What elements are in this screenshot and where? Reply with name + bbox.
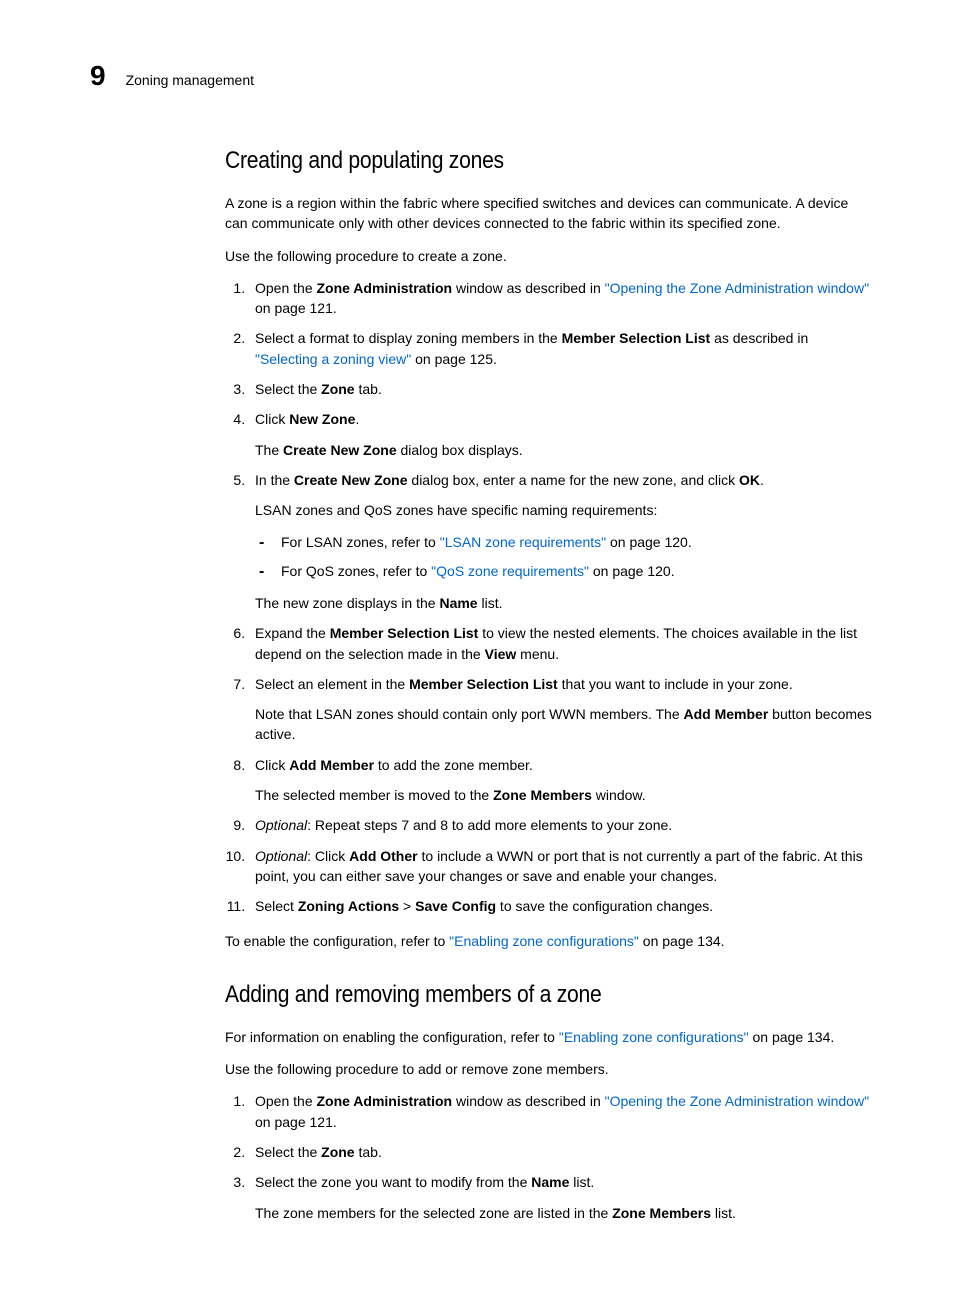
info-paragraph: For information on enabling the configur…: [225, 1027, 874, 1047]
link-enabling-zone-config-2[interactable]: "Enabling zone configurations": [559, 1029, 749, 1045]
step-1: Open the Zone Administration window as d…: [249, 278, 874, 319]
header-title: Zoning management: [126, 72, 254, 88]
step-5-note: LSAN zones and QoS zones have specific n…: [255, 500, 874, 520]
step-3: Select the Zone tab.: [249, 379, 874, 399]
procedure-lead-2: Use the following procedure to add or re…: [225, 1059, 874, 1079]
enable-note: To enable the configuration, refer to "E…: [225, 931, 874, 951]
intro-paragraph: A zone is a region within the fabric whe…: [225, 193, 874, 234]
step-7: Select an element in the Member Selectio…: [249, 674, 874, 745]
section-heading-creating: Creating and populating zones: [225, 147, 874, 175]
link-open-zone-admin[interactable]: "Opening the Zone Administration window": [605, 280, 869, 296]
procedure-lead: Use the following procedure to create a …: [225, 246, 874, 266]
qos-note: For QoS zones, refer to "QoS zone requir…: [275, 560, 874, 583]
step-8: Click Add Member to add the zone member.…: [249, 755, 874, 806]
step-4: Click New Zone. The Create New Zone dial…: [249, 409, 874, 460]
lsan-note: For LSAN zones, refer to "LSAN zone requ…: [275, 531, 874, 554]
section-heading-adding: Adding and removing members of a zone: [225, 981, 874, 1009]
procedure-list: Open the Zone Administration window as d…: [225, 278, 874, 917]
step-5: In the Create New Zone dialog box, enter…: [249, 470, 874, 613]
step-11: Select Zoning Actions > Save Config to s…: [249, 896, 874, 916]
step2-1: Open the Zone Administration window as d…: [249, 1091, 874, 1132]
step2-3: Select the zone you want to modify from …: [249, 1172, 874, 1223]
step-8-result: The selected member is moved to the Zone…: [255, 785, 874, 805]
step2-3-result: The zone members for the selected zone a…: [255, 1203, 874, 1223]
chapter-number: 9: [90, 60, 106, 92]
link-select-zoning-view[interactable]: "Selecting a zoning view": [255, 351, 411, 367]
procedure-list-2: Open the Zone Administration window as d…: [225, 1091, 874, 1222]
link-lsan-requirements[interactable]: "LSAN zone requirements": [440, 534, 606, 550]
link-open-zone-admin-2[interactable]: "Opening the Zone Administration window": [605, 1093, 869, 1109]
step-10: Optional: Click Add Other to include a W…: [249, 846, 874, 887]
step-2: Select a format to display zoning member…: [249, 328, 874, 369]
step-5-result: The new zone displays in the Name list.: [255, 593, 874, 613]
step2-2: Select the Zone tab.: [249, 1142, 874, 1162]
main-content: Creating and populating zones A zone is …: [225, 147, 874, 1223]
step-4-sub: The Create New Zone dialog box displays.: [255, 440, 874, 460]
link-enabling-zone-config-1[interactable]: "Enabling zone configurations": [449, 933, 639, 949]
page-header: 9 Zoning management: [90, 60, 874, 92]
step-6: Expand the Member Selection List to view…: [249, 623, 874, 664]
document-page: 9 Zoning management Creating and populat…: [0, 0, 954, 1293]
step-5-sublist: For LSAN zones, refer to "LSAN zone requ…: [255, 531, 874, 583]
link-qos-requirements[interactable]: "QoS zone requirements": [431, 563, 589, 579]
step-9: Optional: Repeat steps 7 and 8 to add mo…: [249, 815, 874, 835]
step-7-note: Note that LSAN zones should contain only…: [255, 704, 874, 745]
